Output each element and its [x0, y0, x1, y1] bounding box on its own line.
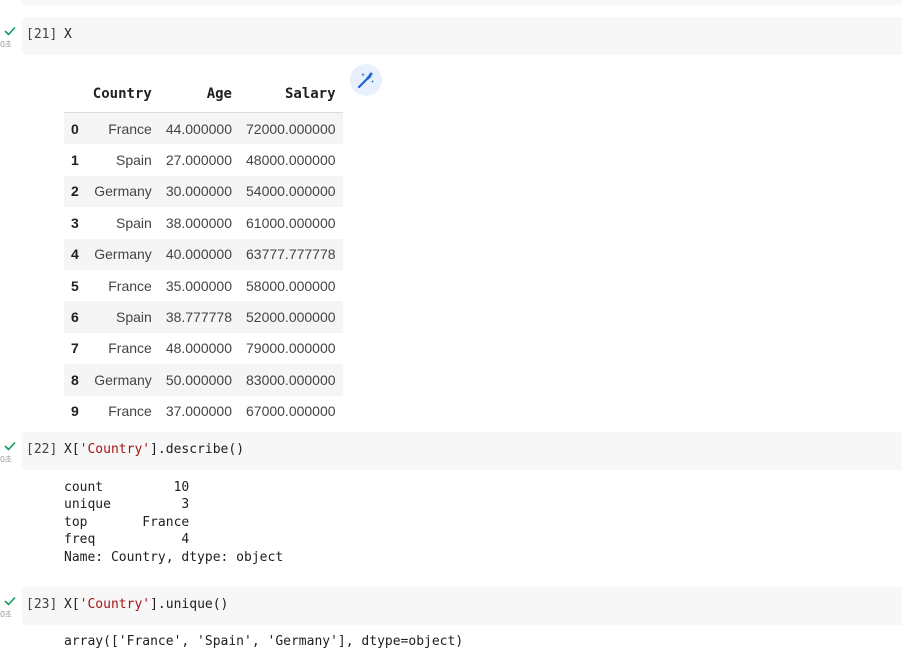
table-row: 3 Spain 38.000000 61000.000000 [64, 207, 343, 238]
cell-country: Spain [116, 152, 152, 169]
check-icon [4, 596, 16, 606]
row-index: 2 [71, 183, 79, 200]
row-index: 1 [71, 152, 79, 169]
row-index: 3 [71, 214, 79, 231]
cell-input-area[interactable] [22, 17, 902, 55]
cell-salary: 83000.000000 [246, 371, 336, 388]
cell-salary: 79000.000000 [246, 340, 336, 357]
cell-output-text: count 10 unique 3 top France freq 4 Name… [64, 480, 284, 565]
row-index: 8 [71, 371, 79, 388]
cell-country: France [108, 277, 152, 294]
cell-age: 38.777778 [165, 309, 232, 326]
cell-salary: 67000.000000 [246, 403, 336, 420]
table-row: 2 Germany 30.000000 54000.000000 [64, 175, 343, 208]
suggest-plot-button[interactable] [350, 64, 382, 96]
cell-age: 50.000000 [165, 371, 232, 388]
execution-time: 0초 [0, 455, 12, 464]
table-body: 0 France 44.000000 72000.000000 1 Spain 27.000… [64, 112, 343, 427]
string-literal: 'Country' [79, 442, 151, 457]
table-row: 4 Germany 40.000000 63777.777778 [64, 238, 343, 270]
code-text[interactable]: X['Country'].unique() [64, 597, 228, 612]
cell-age: 44.000000 [165, 120, 232, 137]
execution-count: [22] [26, 442, 58, 457]
execution-time: 0초 [0, 610, 12, 619]
table-row: 7 France 48.000000 79000.000000 [64, 333, 343, 364]
table-row: 9 France 37.000000 67000.000000 [64, 396, 343, 427]
row-index: 6 [71, 309, 79, 326]
cell-country: France [108, 340, 152, 357]
cell-age: 38.000000 [165, 214, 232, 231]
table-row: 0 France 44.000000 72000.000000 [64, 112, 343, 145]
cell-country: Germany [94, 371, 152, 388]
cell-salary: 48000.000000 [246, 152, 336, 169]
index-header [64, 76, 86, 113]
execution-count: [21] [26, 27, 58, 42]
cell-salary: 52000.000000 [246, 309, 336, 326]
cell-output-text: array(['France', 'Spain', 'Germany'], dt… [64, 634, 464, 649]
table-header-row: Country Age Salary [64, 76, 343, 113]
dataframe-table: Country Age Salary 0 France 44.000000 72000… [64, 76, 343, 427]
cell-age: 40.000000 [165, 246, 232, 263]
row-index: 7 [71, 340, 79, 357]
code-text[interactable]: X['Country'].describe() [64, 442, 244, 457]
cell-salary: 61000.000000 [246, 214, 336, 231]
cell-country: Spain [116, 309, 152, 326]
cell-country: Germany [94, 183, 152, 200]
dataframe-output: Country Age Salary 0 France 44.000000 72000… [64, 76, 343, 427]
cell-age: 27.000000 [165, 152, 232, 169]
code-cell-21[interactable]: 0초 [21] X Country Age Salary 0 France 44.0… [0, 17, 902, 419]
string-literal: 'Country' [79, 597, 151, 612]
execution-count: [23] [26, 597, 58, 612]
row-index: 4 [71, 246, 79, 263]
cell-country: Spain [116, 214, 152, 231]
cell-salary: 58000.000000 [246, 277, 336, 294]
table-row: 1 Spain 27.000000 48000.000000 [64, 144, 343, 175]
code-suffix: ].unique() [150, 597, 229, 612]
code-prefix: X[ [64, 442, 80, 457]
cell-salary: 72000.000000 [246, 120, 336, 137]
code-suffix: ].describe() [150, 442, 245, 457]
cell-age: 37.000000 [165, 403, 232, 420]
row-index: 0 [71, 120, 79, 137]
column-header-country: Country [85, 76, 159, 113]
previous-cell-edge [22, 0, 902, 5]
check-icon [4, 441, 16, 451]
code-text[interactable]: X [64, 27, 72, 42]
code-cell-23[interactable]: 0초 [23] X['Country'].unique() array(['Fr… [0, 587, 902, 665]
row-index: 5 [71, 277, 79, 294]
column-header-age: Age [158, 76, 239, 113]
row-index: 9 [71, 403, 79, 420]
table-row: 8 Germany 50.000000 83000.000000 [64, 364, 343, 396]
table-row: 5 France 35.000000 58000.000000 [64, 270, 343, 301]
execution-time: 0초 [0, 40, 12, 49]
code-prefix: X[ [64, 597, 80, 612]
cell-salary: 63777.777778 [246, 246, 336, 263]
cell-age: 35.000000 [165, 277, 232, 294]
cell-country: France [108, 120, 152, 137]
check-icon [4, 26, 16, 36]
cell-age: 30.000000 [165, 183, 232, 200]
cell-country: Germany [94, 246, 152, 263]
cell-salary: 54000.000000 [246, 183, 336, 200]
magic-wand-icon [357, 71, 374, 89]
cell-country: France [108, 403, 152, 420]
code-cell-22[interactable]: 0초 [22] X['Country'].describe() count 10… [0, 432, 902, 572]
cell-age: 48.000000 [165, 340, 232, 357]
table-row: 6 Spain 38.777778 52000.000000 [64, 301, 343, 333]
column-header-salary: Salary [239, 76, 343, 113]
